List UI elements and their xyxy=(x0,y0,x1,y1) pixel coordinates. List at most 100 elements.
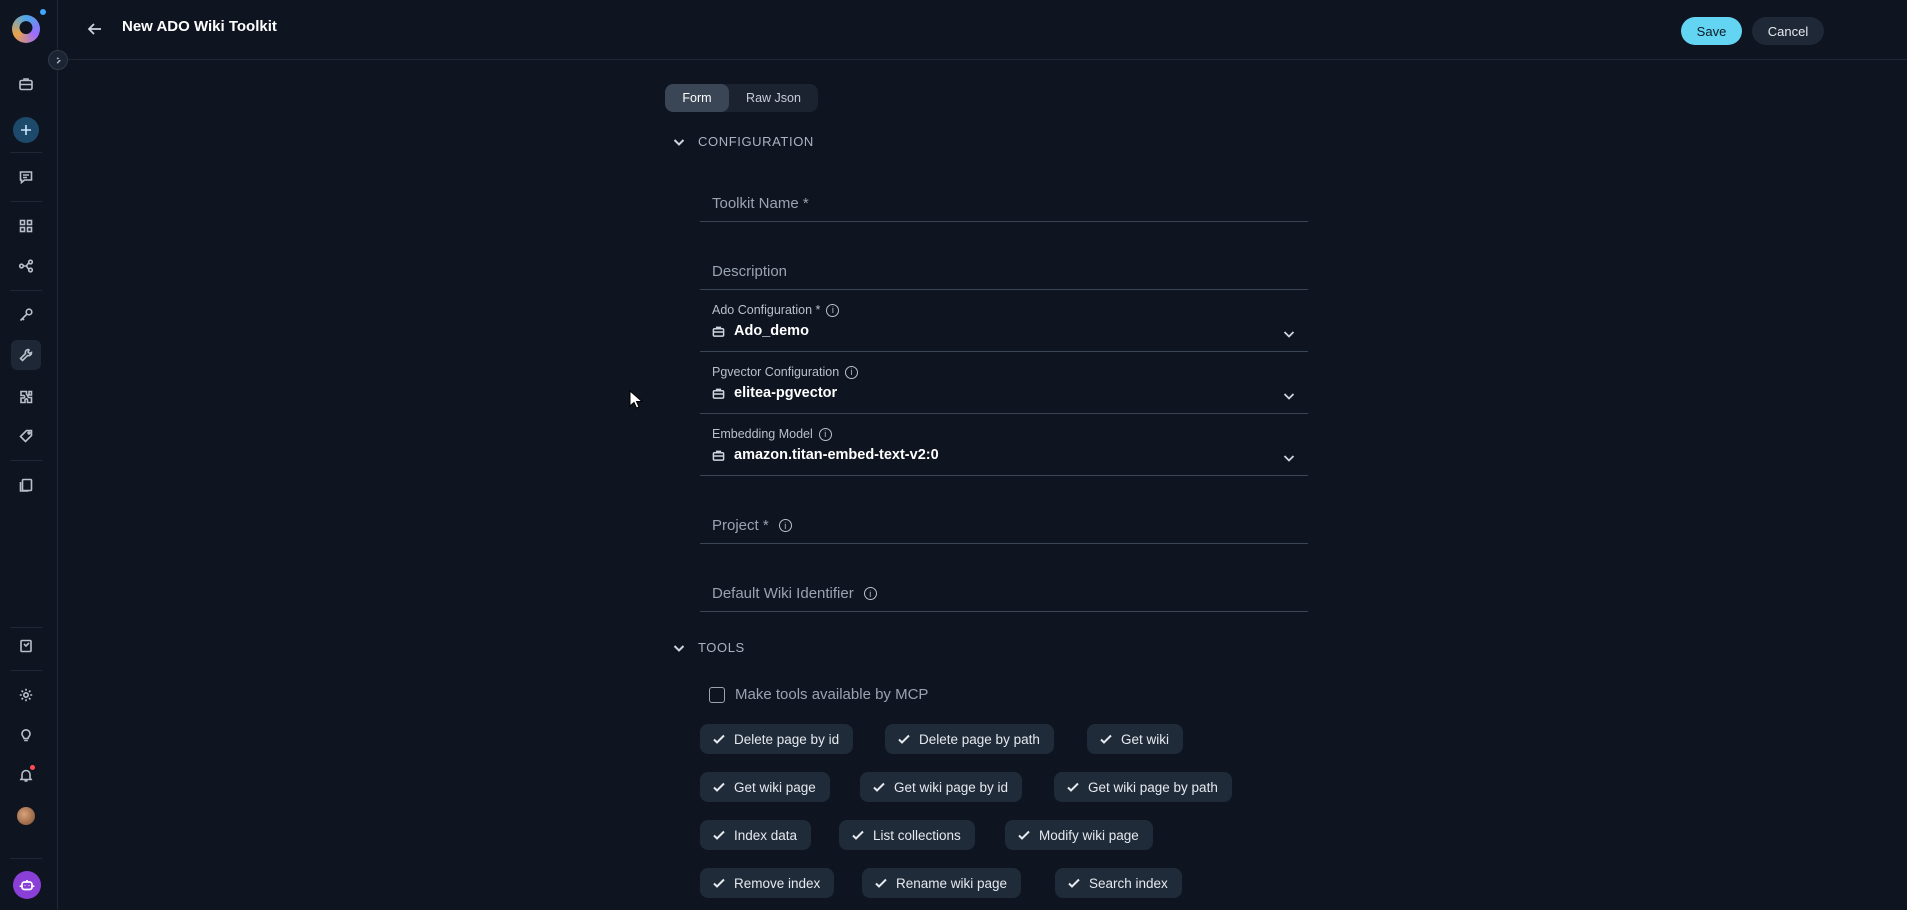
bell-badge xyxy=(30,765,35,770)
puzzle-icon[interactable] xyxy=(15,386,37,408)
check-icon xyxy=(875,878,887,888)
check-icon xyxy=(713,782,725,792)
tool-chip[interactable]: Get wiki page xyxy=(700,772,830,802)
key-icon[interactable] xyxy=(15,304,37,326)
app-logo[interactable] xyxy=(12,15,40,43)
tool-chip-label: Get wiki xyxy=(1121,731,1170,747)
mouse-cursor-icon xyxy=(629,390,643,409)
tool-chip[interactable]: Modify wiki page xyxy=(1005,820,1153,850)
pgvector-configuration-value-text: elitea-pgvector xyxy=(734,385,838,401)
embedding-model-label: Embedding Model i xyxy=(712,427,832,441)
tag-icon[interactable] xyxy=(15,425,37,447)
documents-icon[interactable] xyxy=(15,474,37,496)
tab-form[interactable]: Form xyxy=(665,84,729,112)
assistant-bot-icon[interactable] xyxy=(13,871,41,899)
grid-icon[interactable] xyxy=(15,215,37,237)
tool-chip-label: Modify wiki page xyxy=(1039,827,1139,843)
info-icon[interactable]: i xyxy=(863,587,877,600)
project-placeholder: Project * i xyxy=(712,517,792,534)
embedding-model-value: amazon.titan-embed-text-v2:0 xyxy=(712,447,939,463)
info-icon[interactable]: i xyxy=(818,427,832,441)
pgvector-configuration-label: Pgvector Configuration i xyxy=(712,365,859,379)
mcp-checkbox-label: Make tools available by MCP xyxy=(735,686,929,703)
save-button[interactable]: Save xyxy=(1681,17,1742,45)
lightbulb-icon[interactable] xyxy=(15,724,37,746)
embedding-model-value-text: amazon.titan-embed-text-v2:0 xyxy=(734,447,939,463)
description-field[interactable]: Description xyxy=(700,253,1308,290)
tool-chip[interactable]: Index data xyxy=(700,820,812,850)
tool-chip[interactable]: Search index xyxy=(1055,868,1182,898)
gear-icon[interactable] xyxy=(15,684,37,706)
check-icon xyxy=(713,830,725,840)
project-field[interactable]: Project * i xyxy=(700,507,1308,544)
check-icon xyxy=(1100,734,1112,744)
briefcase-icon xyxy=(712,388,725,399)
check-icon xyxy=(713,734,725,744)
chevron-down-icon[interactable] xyxy=(1282,327,1296,346)
tool-chip[interactable]: Get wiki xyxy=(1087,724,1184,754)
toolkit-name-field[interactable]: Toolkit Name * xyxy=(700,185,1308,222)
tool-chip-label: Delete page by id xyxy=(734,731,840,747)
tool-chip[interactable]: Get wiki page by id xyxy=(860,772,1023,802)
tool-chip-label: Index data xyxy=(734,827,798,843)
toolkit-name-placeholder: Toolkit Name * xyxy=(712,195,809,212)
pipeline-icon[interactable] xyxy=(15,255,37,277)
check-icon xyxy=(713,878,725,888)
sidebar xyxy=(0,0,58,910)
tool-chip[interactable]: Rename wiki page xyxy=(862,868,1022,898)
embedding-model-select[interactable]: Embedding Model i amazon.titan-embed-tex… xyxy=(700,427,1308,476)
info-icon[interactable]: i xyxy=(845,365,859,379)
view-mode-tabs: Form Raw Json xyxy=(665,84,818,112)
tool-chip[interactable]: List collections xyxy=(839,820,975,850)
description-placeholder: Description xyxy=(712,263,788,280)
info-icon[interactable]: i xyxy=(778,519,792,532)
project-placeholder-text: Project * xyxy=(712,517,769,534)
mcp-checkbox[interactable] xyxy=(709,686,725,703)
chevron-down-icon xyxy=(673,138,685,146)
check-icon xyxy=(898,734,910,744)
notification-dot xyxy=(40,9,46,15)
ado-configuration-label-text: Ado Configuration * xyxy=(712,303,821,317)
ado-configuration-select[interactable]: Ado Configuration * i Ado_demo xyxy=(700,303,1308,352)
tool-chip-label: Delete page by path xyxy=(919,731,1040,747)
tools-section-toggle[interactable]: TOOLS xyxy=(672,640,745,655)
briefcase-icon[interactable] xyxy=(15,73,37,95)
chat-icon[interactable] xyxy=(15,166,37,188)
pgvector-configuration-label-text: Pgvector Configuration xyxy=(712,365,840,379)
notebook-icon[interactable] xyxy=(15,635,37,657)
page-title: New ADO Wiki Toolkit xyxy=(122,18,277,35)
chevron-down-icon[interactable] xyxy=(1282,451,1296,470)
mcp-checkbox-row[interactable]: Make tools available by MCP xyxy=(709,686,928,703)
pgvector-configuration-value: elitea-pgvector xyxy=(712,385,837,401)
plus-icon[interactable] xyxy=(13,117,39,143)
sidebar-divider xyxy=(10,460,42,461)
header: New ADO Wiki Toolkit xyxy=(58,0,1907,60)
tool-chip[interactable]: Get wiki page by path xyxy=(1054,772,1232,802)
bell-icon[interactable] xyxy=(15,764,37,786)
tool-chip[interactable]: Delete page by id xyxy=(700,724,854,754)
info-icon[interactable]: i xyxy=(826,303,840,317)
tool-chip-label: Get wiki page xyxy=(734,779,816,795)
pgvector-configuration-select[interactable]: Pgvector Configuration i elitea-pgvector xyxy=(700,365,1308,414)
ado-configuration-value: Ado_demo xyxy=(712,323,809,339)
wrench-icon[interactable] xyxy=(11,340,41,370)
sidebar-divider xyxy=(10,152,42,153)
tool-chip-label: Get wiki page by path xyxy=(1088,779,1218,795)
chevron-down-icon[interactable] xyxy=(1282,389,1296,408)
default-wiki-placeholder: Default Wiki Identifier i xyxy=(712,585,877,602)
check-icon xyxy=(1068,878,1080,888)
ado-configuration-value-text: Ado_demo xyxy=(734,323,809,339)
default-wiki-identifier-field[interactable]: Default Wiki Identifier i xyxy=(700,575,1308,612)
back-arrow-icon[interactable] xyxy=(86,20,104,38)
avatar[interactable] xyxy=(17,807,35,825)
tool-chip[interactable]: Delete page by path xyxy=(885,724,1054,754)
tool-chip-label: List collections xyxy=(873,827,961,843)
embedding-model-label-text: Embedding Model xyxy=(712,427,813,441)
tool-chip[interactable]: Remove index xyxy=(700,868,835,898)
configuration-section-toggle[interactable]: CONFIGURATION xyxy=(672,134,814,149)
briefcase-icon xyxy=(712,326,725,337)
briefcase-icon xyxy=(712,450,725,461)
cancel-button[interactable]: Cancel xyxy=(1752,17,1824,45)
check-icon xyxy=(1067,782,1079,792)
tab-raw-json[interactable]: Raw Json xyxy=(729,84,818,112)
